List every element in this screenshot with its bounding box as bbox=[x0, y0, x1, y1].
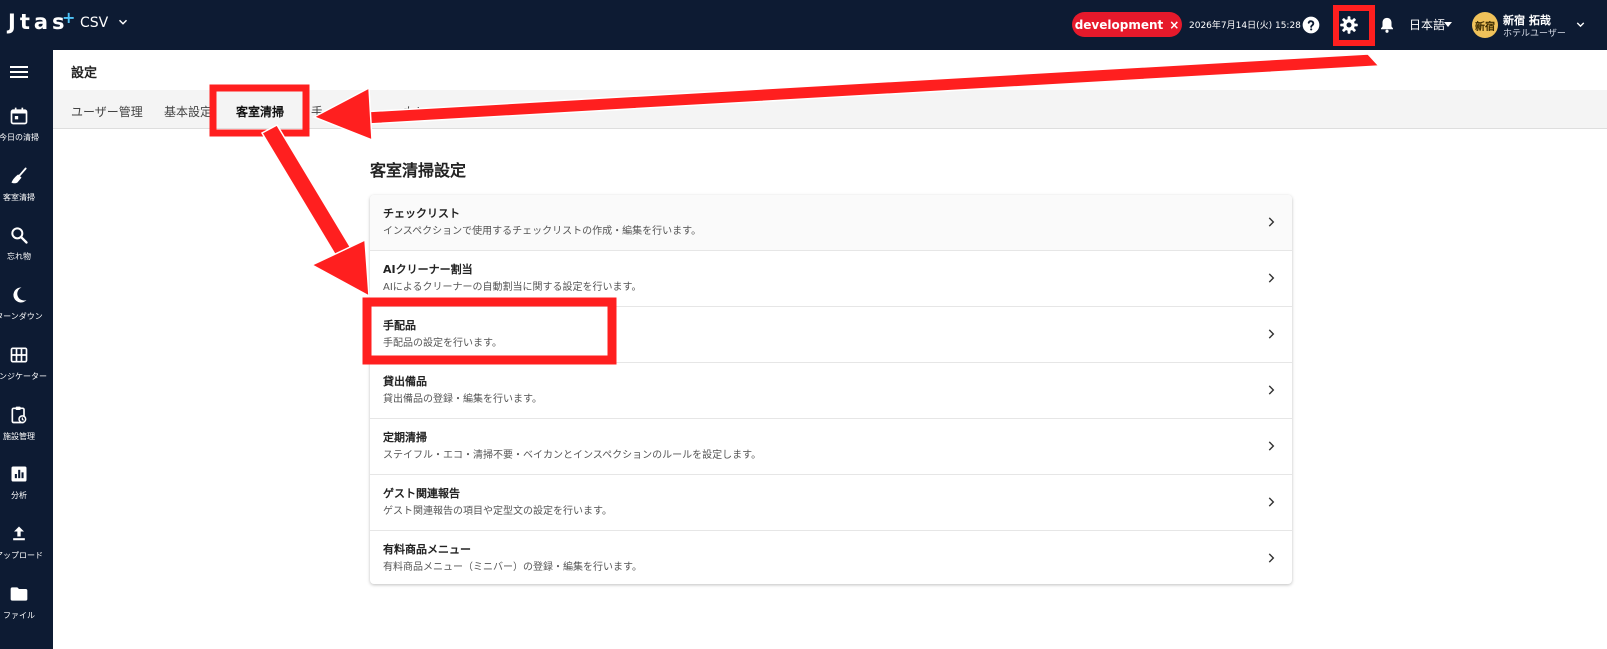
close-icon[interactable]: × bbox=[1169, 18, 1179, 32]
sidebar-item-label: 忘れ物 bbox=[7, 252, 31, 261]
sidebar-item-indicator[interactable]: インジケーター bbox=[0, 345, 53, 403]
avatar[interactable]: 新宿 bbox=[1472, 12, 1498, 38]
environment-label: development bbox=[1074, 17, 1164, 32]
tab-calendar[interactable]: カレ bbox=[403, 103, 427, 120]
tab-arrangement[interactable]: 手 bbox=[311, 103, 323, 120]
top-bar: Jtas + CSV development × 2026年7月14日(火) 1… bbox=[0, 0, 1607, 50]
settings-tabs: ユーザー管理 基本設定 客室清掃 手 カレ bbox=[53, 90, 1607, 129]
search-icon bbox=[11, 227, 28, 244]
chart-icon bbox=[11, 466, 27, 482]
caret-down-icon[interactable] bbox=[1443, 19, 1453, 29]
bell-icon[interactable] bbox=[1378, 15, 1396, 35]
menu-icon[interactable] bbox=[9, 64, 29, 80]
settings-row-periodic-cleaning[interactable]: 定期清掃 ステイフル・エコ・清掃不要・ベイカンとインスペクションのルールを設定し… bbox=[370, 419, 1292, 475]
row-description: 手配品の設定を行います。 bbox=[383, 338, 502, 349]
row-description: ゲスト関連報告の項目や定型文の設定を行います。 bbox=[383, 506, 612, 517]
row-title: チェックリスト bbox=[383, 207, 460, 220]
tab-basic-settings[interactable]: 基本設定 bbox=[164, 103, 212, 120]
page-header: 設定 bbox=[53, 50, 1607, 90]
sidebar-item-files[interactable]: ファイル bbox=[0, 584, 53, 642]
sidebar-item-label: インジケーター bbox=[0, 372, 47, 381]
tab-room-cleaning[interactable]: 客室清掃 bbox=[236, 103, 284, 120]
tab-user-management[interactable]: ユーザー管理 bbox=[71, 103, 143, 120]
calendar-icon bbox=[10, 107, 28, 125]
sidebar-item-room-cleaning[interactable]: 客室清掃 bbox=[0, 166, 53, 224]
row-title: ゲスト関連報告 bbox=[383, 487, 460, 500]
current-datetime: 2026年7月14日(火) 15:28 bbox=[1189, 21, 1301, 31]
settings-row-arrangement[interactable]: 手配品 手配品の設定を行います。 bbox=[370, 307, 1292, 363]
tenant-selector[interactable]: CSV bbox=[80, 15, 108, 31]
sidebar-item-label: 客室清掃 bbox=[3, 193, 35, 202]
chevron-down-icon[interactable] bbox=[1574, 18, 1587, 31]
user-role: ホテルユーザー bbox=[1503, 29, 1566, 39]
help-icon[interactable] bbox=[1301, 15, 1321, 35]
language-selector[interactable]: 日本語 bbox=[1409, 16, 1445, 33]
environment-badge[interactable]: development × bbox=[1072, 12, 1182, 37]
row-description: 貸出備品の登録・編集を行います。 bbox=[383, 394, 542, 405]
chevron-right-icon bbox=[1268, 441, 1275, 451]
chevron-right-icon bbox=[1268, 273, 1275, 283]
sidebar-item-today-cleaning[interactable]: 今日の清掃 bbox=[0, 106, 53, 164]
chevron-right-icon bbox=[1268, 553, 1275, 563]
chevron-down-icon[interactable] bbox=[116, 15, 130, 29]
section-title: 客室清掃設定 bbox=[370, 161, 467, 180]
row-title: 手配品 bbox=[383, 319, 416, 332]
row-title: 貸出備品 bbox=[383, 375, 427, 388]
app-logo[interactable]: Jtas bbox=[8, 10, 69, 34]
row-title: 定期清掃 bbox=[383, 431, 427, 444]
settings-row-guest-report[interactable]: ゲスト関連報告 ゲスト関連報告の項目や定型文の設定を行います。 bbox=[370, 475, 1292, 531]
row-title: 有料商品メニュー bbox=[383, 543, 471, 556]
sidebar-item-label: ターンダウン bbox=[0, 312, 43, 321]
upload-icon bbox=[13, 526, 25, 541]
logo-mark: + bbox=[62, 8, 76, 27]
settings-row-paid-menu[interactable]: 有料商品メニュー 有料商品メニュー（ミニバー）の登録・編集を行います。 bbox=[370, 531, 1292, 584]
sidebar: 今日の清掃 客室清掃 忘れ物 ターンダウン インジケーター bbox=[0, 50, 53, 649]
broom-icon bbox=[11, 167, 27, 184]
clipboard-icon bbox=[11, 406, 27, 424]
chevron-right-icon bbox=[1268, 385, 1275, 395]
page-title: 設定 bbox=[71, 66, 98, 81]
chevron-right-icon bbox=[1268, 497, 1275, 507]
row-description: AIによるクリーナーの自動割当に関する設定を行います。 bbox=[383, 282, 642, 293]
sidebar-item-upload[interactable]: アップロード bbox=[0, 524, 53, 582]
row-description: ステイフル・エコ・清掃不要・ベイカンとインスペクションのルールを設定します。 bbox=[383, 450, 762, 461]
sidebar-item-label: ファイル bbox=[3, 611, 35, 620]
sidebar-item-facility[interactable]: 施設管理 bbox=[0, 405, 53, 463]
moon-icon bbox=[13, 287, 27, 303]
sidebar-item-label: 施設管理 bbox=[3, 432, 35, 441]
chevron-right-icon bbox=[1268, 217, 1275, 227]
row-title: AIクリーナー割当 bbox=[383, 263, 473, 276]
settings-row-rental-items[interactable]: 貸出備品 貸出備品の登録・編集を行います。 bbox=[370, 363, 1292, 419]
settings-list: チェックリスト インスペクションで使用するチェックリストの作成・編集を行います。… bbox=[370, 195, 1292, 584]
settings-row-checklist[interactable]: チェックリスト インスペクションで使用するチェックリストの作成・編集を行います。 bbox=[370, 195, 1292, 251]
sidebar-item-label: アップロード bbox=[0, 551, 43, 560]
row-description: 有料商品メニュー（ミニバー）の登録・編集を行います。 bbox=[383, 562, 642, 573]
settings-row-ai-cleaner[interactable]: AIクリーナー割当 AIによるクリーナーの自動割当に関する設定を行います。 bbox=[370, 251, 1292, 307]
sidebar-item-analytics[interactable]: 分析 bbox=[0, 464, 53, 522]
sidebar-item-turndown[interactable]: ターンダウン bbox=[0, 285, 53, 343]
sidebar-item-lost-items[interactable]: 忘れ物 bbox=[0, 225, 53, 283]
annotation-arrow-to-row bbox=[260, 124, 370, 298]
sidebar-item-label: 今日の清掃 bbox=[0, 133, 39, 142]
gear-icon[interactable] bbox=[1339, 15, 1359, 35]
grid-icon bbox=[10, 347, 28, 363]
folder-icon bbox=[10, 587, 28, 601]
chevron-right-icon bbox=[1268, 329, 1275, 339]
sidebar-item-label: 分析 bbox=[11, 491, 27, 500]
row-description: インスペクションで使用するチェックリストの作成・編集を行います。 bbox=[383, 226, 702, 237]
